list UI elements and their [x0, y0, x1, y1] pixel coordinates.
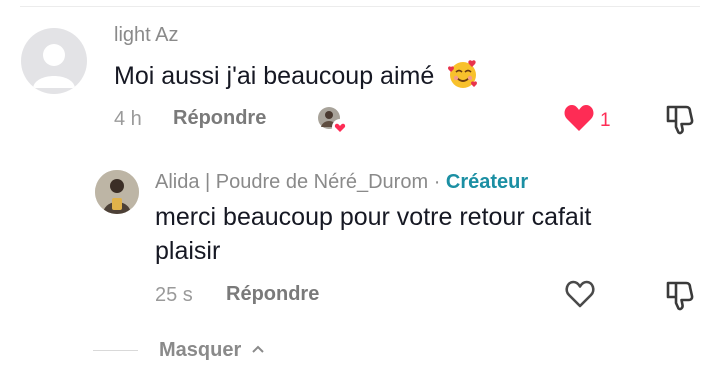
reply-header: Alida | Poudre de Néré_Durom · Créateur: [155, 171, 528, 194]
reply-button[interactable]: Répondre: [173, 107, 266, 130]
creator-badge: Créateur: [445, 171, 529, 193]
collapse-label: Masquer: [159, 339, 242, 361]
avatar-light-az[interactable]: [21, 28, 87, 94]
dislike-icon[interactable]: [665, 279, 695, 311]
heart-filled-icon[interactable]: [563, 103, 595, 133]
like-count: 1: [600, 110, 611, 131]
reply-text-line: merci beaucoup pour votre retour cafait: [155, 203, 592, 231]
avatar-alida[interactable]: [95, 170, 139, 214]
collapse-replies-button[interactable]: Masquer: [159, 339, 265, 362]
creator-liked-avatar: [316, 105, 348, 135]
profile-photo-icon: [95, 170, 139, 214]
heart-outline-icon[interactable]: [564, 279, 596, 309]
chevron-up-icon: [252, 345, 264, 353]
smiling-face-with-hearts-icon: [448, 60, 478, 88]
reply-button[interactable]: Répondre: [226, 283, 319, 306]
reply-time: 25 s: [155, 284, 193, 306]
comment-time: 4 h: [114, 108, 142, 130]
reply-text: merci beaucoup pour votre retour cafait …: [155, 200, 591, 268]
heart-badge-icon: [332, 119, 348, 135]
dislike-icon[interactable]: [665, 103, 695, 135]
username[interactable]: light Az: [114, 24, 178, 47]
comment-text-body: Moi aussi j'ai beaucoup aimé: [114, 62, 435, 90]
separator: ·: [433, 171, 441, 193]
username[interactable]: Alida | Poudre de Néré_Durom: [155, 171, 428, 193]
top-divider: [20, 6, 700, 7]
default-avatar-icon: [33, 44, 75, 88]
reply-text-line: plaisir: [155, 237, 221, 265]
collapse-divider: [93, 350, 138, 351]
comment-text: Moi aussi j'ai beaucoup aimé: [114, 58, 479, 93]
